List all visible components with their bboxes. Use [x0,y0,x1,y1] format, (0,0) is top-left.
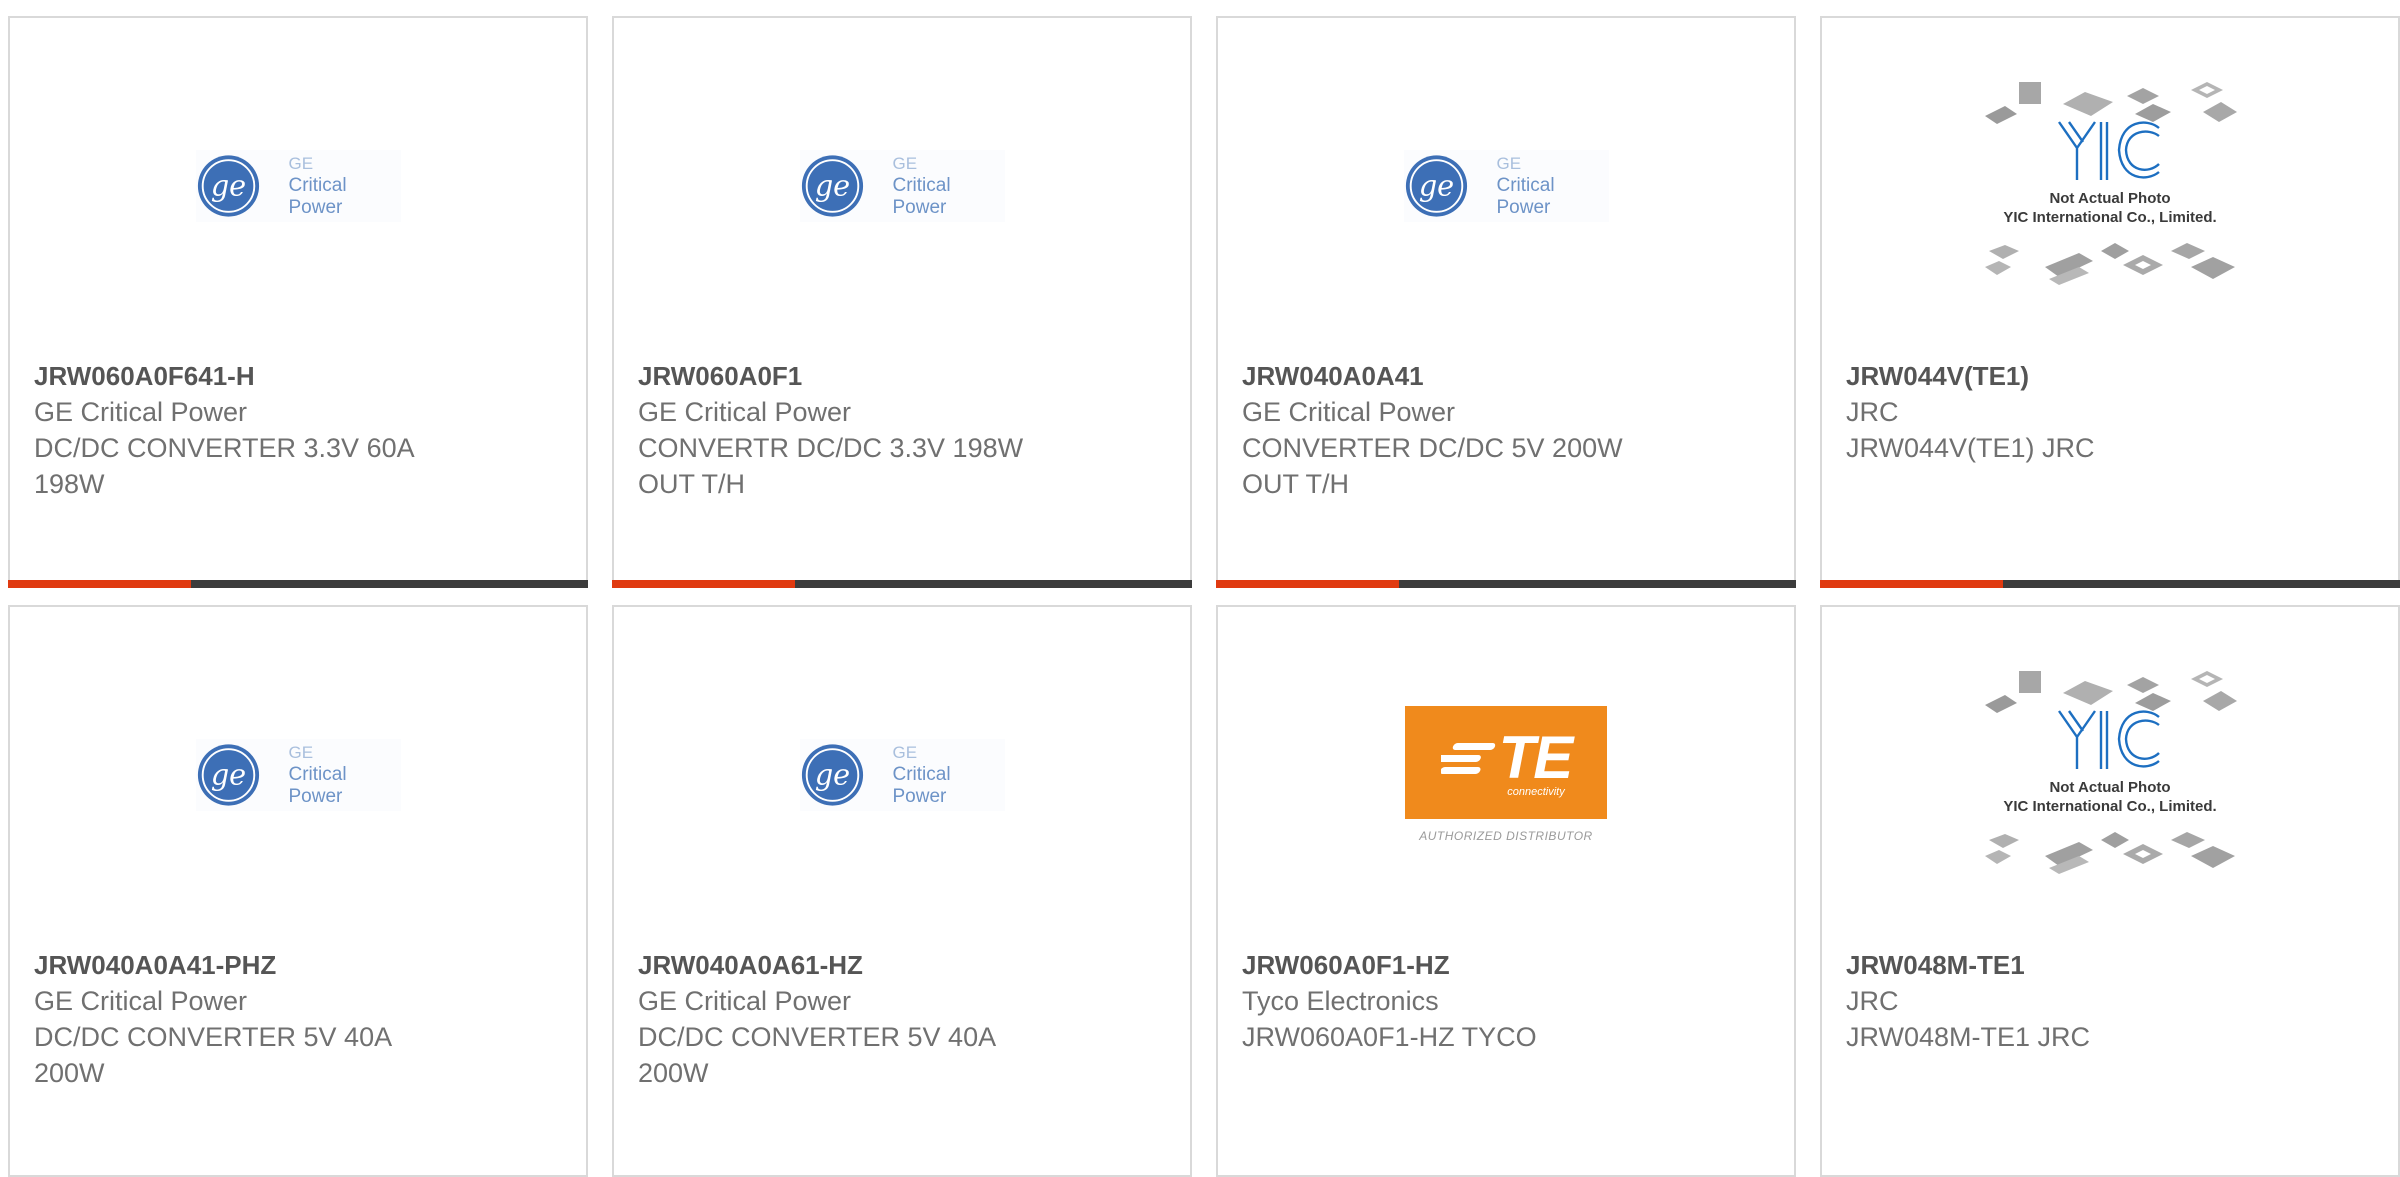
product-image[interactable]: TE connectivity AUTHORIZED DISTRIBUTOR [1218,607,1794,942]
product-image[interactable]: ge GE Critical Power [10,18,586,353]
product-card[interactable]: ge GE Critical Power JRW040A0A41-PHZ GE Crit… [8,605,588,1177]
product-description: CONVERTR DC/DC 3.3V 198W OUT T/H [638,433,1024,499]
ge-monogram-icon: ge [197,154,259,217]
product-info: JRW040A0A61-HZ GE Critical Power DC/DC CON… [638,947,1170,1091]
placeholder-note: Not Actual Photo [2049,778,2171,796]
product-card[interactable]: ge GE Critical Power JRW040A0A61-HZ GE Criti… [612,605,1192,1177]
product-card[interactable]: TE connectivity AUTHORIZED DISTRIBUTOR JRW0… [1216,605,1796,1177]
manufacturer-name: GE Critical Power [638,986,852,1016]
authorized-distributor-label: AUTHORIZED DISTRIBUTOR [1419,829,1593,843]
part-number-link[interactable]: JRW044V(TE1) [1846,358,2378,394]
product-description: JRW060A0F1-HZ TYCO [1242,1022,1537,1052]
ge-critical-power-logo: ge GE Critical Power [195,738,401,811]
te-connectivity-logo: TE connectivity AUTHORIZED DISTRIBUTOR [1405,706,1607,843]
product-description: JRW044V(TE1) JRC [1846,433,2095,463]
part-number-link[interactable]: JRW040A0A41-PHZ [34,947,566,983]
product-image[interactable]: ge GE Critical Power [10,607,586,942]
part-number-link[interactable]: JRW048M-TE1 [1846,947,2378,983]
svg-text:ge: ge [210,757,245,791]
card-accent-bar [1216,580,1796,588]
product-image[interactable]: ge GE Critical Power [1218,18,1794,353]
te-stripes-icon [1440,742,1495,774]
logo-line-1: GE [288,153,314,173]
not-actual-photo-placeholder: Not Actual Photo YIC International Co., L… [1975,78,2245,294]
product-image[interactable]: ge GE Critical Power [614,607,1190,942]
manufacturer-name: JRC [1846,986,1899,1016]
part-number-link[interactable]: JRW040A0A41 [1242,358,1774,394]
yic-logo-icon [2058,120,2160,180]
ge-monogram-icon: ge [1405,154,1467,217]
logo-line-2: Critical Power [892,174,951,218]
product-info: JRW060A0F1 GE Critical Power CONVERTR DC/D… [638,358,1170,502]
product-info: JRW060A0F1-HZ Tyco Electronics JRW060A0F1-… [1242,947,1774,1055]
svg-text:ge: ge [210,168,245,202]
manufacturer-name: JRC [1846,397,1899,427]
product-card[interactable]: ge GE Critical Power JRW060A0F1 GE Critical … [612,16,1192,588]
ge-monogram-icon: ge [197,743,259,806]
product-card[interactable]: Not Actual Photo YIC International Co., L… [1820,605,2400,1177]
product-image[interactable]: ge GE Critical Power [614,18,1190,353]
product-description: CONVERTER DC/DC 5V 200W OUT T/H [1242,433,1623,499]
card-accent-bar [8,580,588,588]
manufacturer-name: Tyco Electronics [1242,986,1439,1016]
not-actual-photo-placeholder: Not Actual Photo YIC International Co., L… [1975,667,2245,883]
ge-critical-power-logo: ge GE Critical Power [799,738,1005,811]
svg-text:ge: ge [1418,168,1453,202]
placeholder-company: YIC International Co., Limited. [2003,797,2217,815]
ge-monogram-icon: ge [801,154,863,217]
svg-text:ge: ge [814,757,849,791]
manufacturer-name: GE Critical Power [1242,397,1456,427]
card-accent-bar [1820,580,2400,588]
ge-monogram-icon: ge [801,743,863,806]
ge-critical-power-logo: ge GE Critical Power [1403,149,1609,222]
product-image[interactable]: Not Actual Photo YIC International Co., L… [1822,18,2398,353]
product-image[interactable]: Not Actual Photo YIC International Co., L… [1822,607,2398,942]
ge-critical-power-logo: ge GE Critical Power [195,149,401,222]
ge-critical-power-logo: ge GE Critical Power [799,149,1005,222]
logo-line-2: Critical Power [892,763,951,807]
svg-text:ge: ge [814,168,849,202]
te-subtext: connectivity [1507,785,1565,798]
logo-line-1: GE [892,742,918,762]
product-info: JRW048M-TE1 JRC JRW048M-TE1 JRC [1846,947,2378,1055]
logo-line-1: GE [1496,153,1522,173]
part-number-link[interactable]: JRW060A0F641-H [34,358,566,394]
manufacturer-name: GE Critical Power [638,397,852,427]
logo-line-2: Critical Power [288,174,347,218]
product-description: JRW048M-TE1 JRC [1846,1022,2091,1052]
chip-parts-bottom-icon [1985,242,2235,285]
logo-line-2: Critical Power [1496,174,1555,218]
part-number-link[interactable]: JRW060A0F1 [638,358,1170,394]
product-description: DC/DC CONVERTER 3.3V 60A 198W [34,433,414,499]
product-info: JRW040A0A41-PHZ GE Critical Power DC/DC CO… [34,947,566,1091]
placeholder-note: Not Actual Photo [2049,189,2171,207]
logo-line-2: Critical Power [288,763,347,807]
product-card[interactable]: ge GE Critical Power JRW060A0F641-H GE Criti… [8,16,588,588]
logo-line-1: GE [288,742,314,762]
logo-line-1: GE [892,153,918,173]
product-info: JRW060A0F641-H GE Critical Power DC/DC CON… [34,358,566,502]
product-card[interactable]: ge GE Critical Power JRW040A0A41 GE Critical… [1216,16,1796,588]
product-info: JRW040A0A41 GE Critical Power CONVERTER DC… [1242,358,1774,502]
product-description: DC/DC CONVERTER 5V 40A 200W [638,1022,995,1088]
manufacturer-name: GE Critical Power [34,986,248,1016]
chip-parts-bottom-icon [1985,831,2235,874]
yic-logo-icon [2058,709,2160,769]
part-number-link[interactable]: JRW040A0A61-HZ [638,947,1170,983]
product-info: JRW044V(TE1) JRC JRW044V(TE1) JRC [1846,358,2378,466]
manufacturer-name: GE Critical Power [34,397,248,427]
placeholder-company: YIC International Co., Limited. [2003,208,2217,226]
part-number-link[interactable]: JRW060A0F1-HZ [1242,947,1774,983]
te-wordmark: TE [1498,723,1574,791]
product-card[interactable]: Not Actual Photo YIC International Co., L… [1820,16,2400,588]
product-description: DC/DC CONVERTER 5V 40A 200W [34,1022,391,1088]
card-accent-bar [612,580,1192,588]
